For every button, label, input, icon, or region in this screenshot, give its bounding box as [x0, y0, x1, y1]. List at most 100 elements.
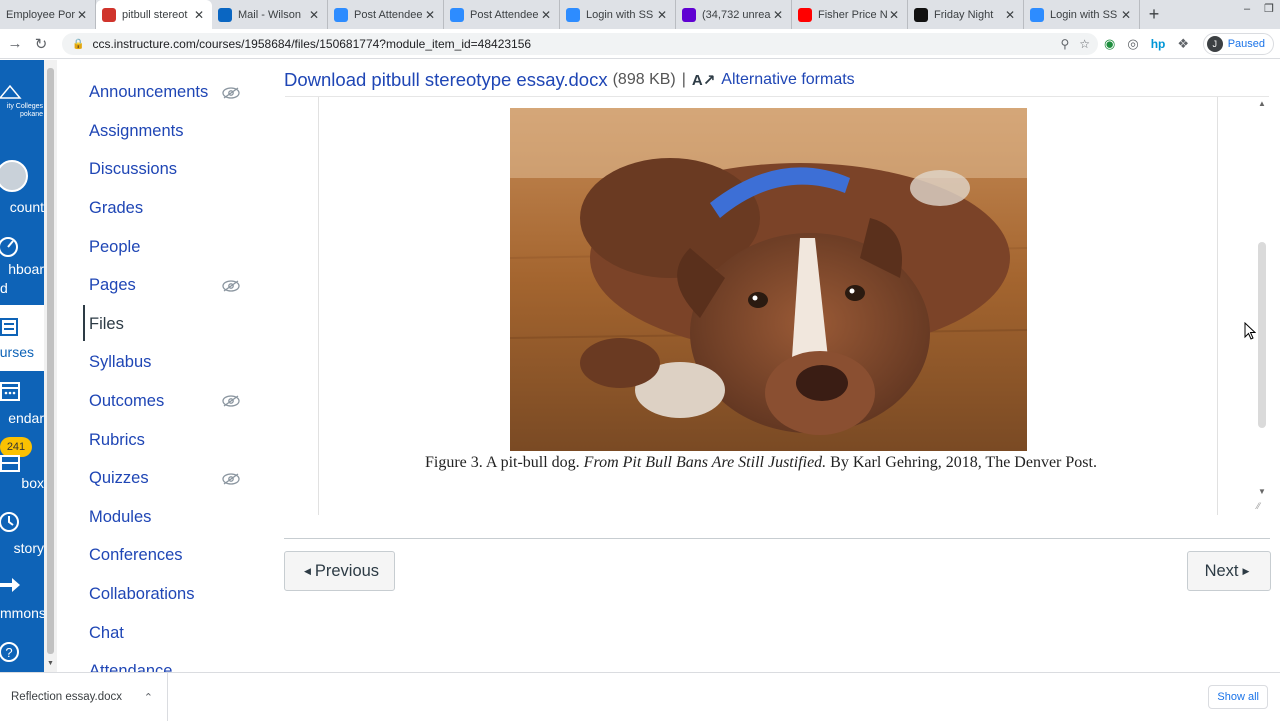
college-logo[interactable]: ity Colleges pokane [0, 82, 44, 122]
course-nav-item-grades[interactable]: Grades [89, 196, 143, 220]
download-file-link[interactable]: Download pitbull stereotype essay.docx [284, 69, 608, 91]
course-nav-item-home[interactable]: Home [89, 60, 133, 66]
next-button[interactable]: Next ▶ [1187, 551, 1271, 591]
tab-close-icon[interactable]: ✕ [771, 8, 785, 22]
forward-icon[interactable]: → [2, 35, 28, 52]
profile-button[interactable]: J Paused [1202, 33, 1274, 55]
previous-button[interactable]: ◀ Previous [284, 551, 395, 591]
course-nav-item-people[interactable]: People [89, 235, 140, 259]
account-avatar-icon[interactable] [0, 158, 28, 194]
resize-handle-icon[interactable]: ⁄⁄ [1257, 501, 1260, 511]
bookmark-star-icon[interactable]: ☆ [1079, 37, 1090, 51]
download-item[interactable]: Reflection essay.docx ⌃ [0, 673, 168, 721]
browser-tab-bar: Employee Port ✕ pitbull stereot ✕ Mail - Wil… [0, 0, 1280, 29]
url-text: ccs.instructure.com/courses/1958684/file… [92, 37, 532, 51]
viewer-scroll-down-icon[interactable]: ▼ [1258, 487, 1266, 496]
tab-close-icon[interactable]: ✕ [539, 8, 553, 22]
global-nav-commons[interactable]: mmons [0, 605, 44, 621]
global-nav-history[interactable]: story [0, 540, 44, 556]
page-right-margin [1217, 97, 1218, 515]
tab-title: Employee Port [6, 8, 75, 21]
dashboard-icon [0, 237, 18, 257]
course-nav-item-files[interactable]: Files [89, 312, 124, 336]
previous-label: Previous [314, 561, 380, 580]
browser-tab[interactable]: Login with SS ✕ [1024, 0, 1140, 29]
tab-close-icon[interactable]: ✕ [1003, 8, 1017, 22]
scroll-down-icon[interactable]: ▼ [47, 660, 54, 667]
browser-tab[interactable]: pitbull stereot ✕ [96, 0, 212, 29]
global-nav-calendar[interactable]: endar [0, 410, 44, 426]
tab-close-icon[interactable]: ✕ [423, 8, 437, 22]
inbox-icon [0, 455, 20, 472]
hidden-eye-icon [222, 472, 240, 485]
tab-close-icon[interactable]: ✕ [655, 8, 669, 22]
chevron-up-icon[interactable]: ⌃ [144, 691, 153, 704]
extensions-area: ◉ ◎ hp ❖ [1104, 34, 1189, 54]
previous-arrow-icon: ◀ [303, 565, 311, 576]
tab-close-icon[interactable]: ✕ [1119, 8, 1133, 22]
tab-favicon-icon [1030, 7, 1044, 22]
course-nav-item-conferences[interactable]: Conferences [89, 544, 183, 568]
global-nav-dashboard[interactable]: hboar [0, 261, 44, 277]
new-tab-icon[interactable]: + [1140, 0, 1168, 29]
browser-tab[interactable]: Login with SS ✕ [560, 0, 676, 29]
course-nav-item-collaborations[interactable]: Collaborations [89, 582, 194, 606]
browser-tab[interactable]: Post Attendee ✕ [444, 0, 560, 29]
alternative-formats-link[interactable]: Alternative formats [721, 71, 854, 89]
viewer-scroll-up-icon[interactable]: ▲ [1258, 99, 1266, 108]
svg-text:ity Colleges: ity Colleges [7, 103, 44, 110]
restore-icon[interactable]: ❐ [1258, 0, 1280, 22]
course-nav-item-quizzes[interactable]: Quizzes [89, 467, 149, 491]
reload-icon[interactable]: ↻ [28, 35, 54, 53]
browser-tab[interactable]: Friday Night ✕ [908, 0, 1024, 29]
extension-2-icon[interactable]: ◎ [1127, 36, 1138, 52]
tab-close-icon[interactable]: ✕ [307, 8, 321, 22]
browser-tab[interactable]: Post Attendee ✕ [328, 0, 444, 29]
global-nav-courses-selected[interactable]: urses [0, 305, 44, 371]
window-controls: – ❐ [1236, 0, 1280, 22]
zoom-icon[interactable]: ⚲ [1060, 37, 1069, 51]
caption-title: From Pit Bull Bans Are Still Justified. [583, 454, 827, 471]
url-omnibox[interactable]: 🔒 ccs.instructure.com/courses/1958684/fi… [62, 33, 1098, 55]
viewer-scrollbar[interactable]: ▲ ▼ ⁄⁄ [1255, 97, 1269, 515]
global-nav-scrollbar[interactable]: ▼ [44, 60, 57, 672]
tab-title: Friday Night [934, 8, 994, 21]
viewer-scroll-thumb[interactable] [1258, 242, 1266, 428]
alternative-formats-icon: A↗ [691, 72, 716, 89]
browser-tab[interactable]: Employee Port ✕ [0, 0, 96, 29]
course-nav-item-modules[interactable]: Modules [89, 505, 151, 529]
lock-icon: 🔒 [72, 38, 85, 50]
tab-favicon-icon [218, 7, 232, 22]
tab-close-icon[interactable]: ✕ [887, 8, 901, 22]
next-arrow-icon: ▶ [1242, 565, 1250, 576]
next-label: Next [1204, 561, 1239, 580]
tab-close-icon[interactable]: ✕ [75, 8, 89, 22]
help-icon[interactable]: ? [0, 640, 22, 664]
tab-title: Post Attendee [354, 8, 423, 21]
minimize-icon[interactable]: – [1236, 0, 1258, 22]
course-nav-item-attendance[interactable]: Attendance [89, 660, 172, 672]
hp-extension-icon[interactable]: hp [1151, 37, 1166, 51]
tab-close-icon[interactable]: ✕ [192, 8, 206, 22]
course-nav-item-pages[interactable]: Pages [89, 274, 136, 298]
global-nav-scroll-thumb[interactable] [47, 68, 54, 654]
document-viewer[interactable]: Figure 3. A pit-bull dog. From Pit Bull … [285, 96, 1269, 515]
page-left-margin [318, 97, 319, 515]
global-nav-inbox[interactable]: box [0, 475, 44, 491]
course-nav-item-announcements[interactable]: Announcements [89, 81, 208, 105]
course-nav-item-chat[interactable]: Chat [89, 621, 124, 645]
browser-tab[interactable]: Fisher Price N ✕ [792, 0, 908, 29]
course-nav-item-syllabus[interactable]: Syllabus [89, 351, 151, 375]
extension-1-icon[interactable]: ◉ [1104, 36, 1115, 52]
course-nav-item-rubrics[interactable]: Rubrics [89, 428, 145, 452]
browser-tab[interactable]: Mail - Wilson ✕ [212, 0, 328, 29]
course-nav-item-outcomes[interactable]: Outcomes [89, 389, 164, 413]
course-nav-item-discussions[interactable]: Discussions [89, 158, 177, 182]
browser-tab[interactable]: (34,732 unrea ✕ [676, 0, 792, 29]
puzzle-extensions-icon[interactable]: ❖ [1177, 36, 1189, 52]
course-nav-item-assignments[interactable]: Assignments [89, 119, 183, 143]
tab-favicon-icon [798, 7, 812, 22]
global-nav-account[interactable]: count [0, 199, 44, 215]
download-item-name: Reflection essay.docx [11, 691, 123, 703]
show-all-button[interactable]: Show all [1208, 685, 1268, 709]
